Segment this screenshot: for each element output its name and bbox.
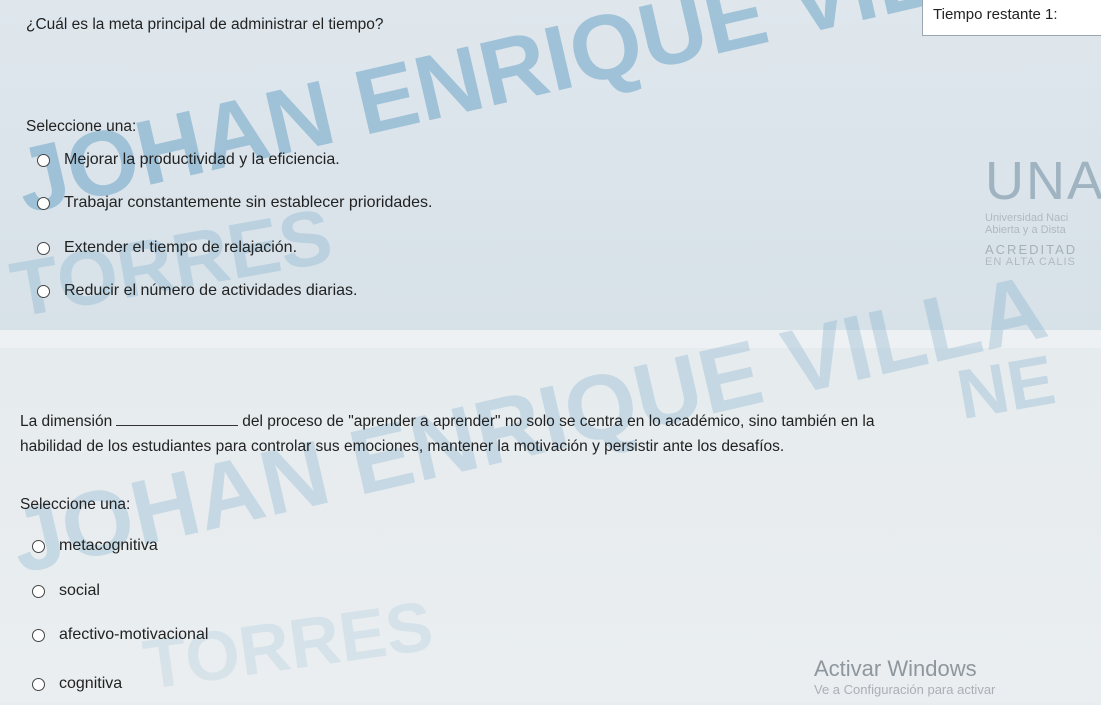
option-label: Extender el tiempo de relajación. xyxy=(64,239,298,256)
option-label: social xyxy=(59,582,100,599)
radio-button[interactable] xyxy=(37,196,50,210)
windows-activation-title: Activar Windows xyxy=(814,656,977,681)
accreditation-line2: EN ALTA CALIS xyxy=(985,256,1076,268)
option-label: Mejorar la productividad y la eficiencia… xyxy=(64,151,340,168)
q1-option-2[interactable]: Trabajar constantemente sin establecer p… xyxy=(37,194,433,212)
university-logo-mark: UNA xyxy=(985,151,1101,211)
q1-option-4[interactable]: Reducir el número de actividades diarias… xyxy=(37,282,357,300)
q2-option-3[interactable]: afectivo-motivacional xyxy=(32,626,208,644)
university-logo-line2: Abierta y a Dista xyxy=(985,224,1066,236)
fill-in-blank xyxy=(116,425,239,426)
q1-option-1[interactable]: Mejorar la productividad y la eficiencia… xyxy=(37,151,340,169)
question-2-text: La dimensión del proceso de "aprender a a… xyxy=(20,413,1100,431)
question-2-text-after: del proceso de "aprender a aprender" no … xyxy=(242,413,875,430)
q2-option-4[interactable]: cognitiva xyxy=(32,675,122,693)
question-divider xyxy=(0,330,1101,348)
question-2-panel xyxy=(0,348,1101,703)
radio-button[interactable] xyxy=(32,628,45,642)
question-1-select-label: Seleccione una: xyxy=(26,118,137,135)
question-2-text-line2: habilidad de los estudiantes para contro… xyxy=(20,438,785,455)
q2-option-1[interactable]: metacognitiva xyxy=(32,537,158,555)
option-label: Reducir el número de actividades diarias… xyxy=(64,282,358,299)
radio-button[interactable] xyxy=(32,677,45,691)
radio-button[interactable] xyxy=(32,539,45,553)
time-remaining-box: Tiempo restante 1: xyxy=(922,0,1101,36)
windows-activation-subtitle: Ve a Configuración para activar xyxy=(814,682,996,697)
q1-option-3[interactable]: Extender el tiempo de relajación. xyxy=(37,239,297,257)
time-remaining-label: Tiempo restante 1: xyxy=(933,6,1058,23)
question-2-select-label: Seleccione una: xyxy=(20,496,131,513)
university-logo-line1: Universidad Naci xyxy=(985,212,1069,224)
option-label: afectivo-motivacional xyxy=(59,626,209,643)
question-2-text-before: La dimensión xyxy=(20,413,113,430)
option-label: metacognitiva xyxy=(59,537,158,554)
radio-button[interactable] xyxy=(32,584,45,598)
radio-button[interactable] xyxy=(37,153,50,167)
university-logo: UNA Universidad Naci Abierta y a Dista A… xyxy=(985,150,1101,268)
option-label: cognitiva xyxy=(59,675,123,692)
question-1-text: ¿Cuál es la meta principal de administra… xyxy=(26,16,384,33)
windows-activation-notice: Activar Windows Ve a Configuración para … xyxy=(814,656,995,697)
accreditation-line1: ACREDITAD xyxy=(985,242,1078,257)
radio-button[interactable] xyxy=(37,284,50,298)
q2-option-2[interactable]: social xyxy=(32,582,100,600)
option-label: Trabajar constantemente sin establecer p… xyxy=(64,194,433,211)
radio-button[interactable] xyxy=(37,241,50,255)
